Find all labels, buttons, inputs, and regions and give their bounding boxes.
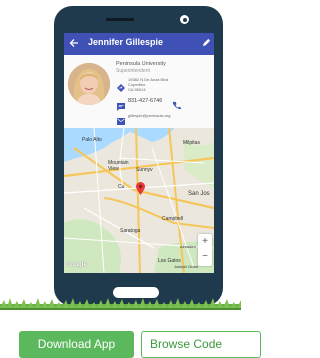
contact-name-title: Jennifer Gillespie (88, 37, 164, 47)
home-button[interactable] (113, 287, 159, 298)
map-label-palo-alto: Palo Alto (82, 137, 102, 143)
map-label-san-jose: San Jos (188, 191, 210, 197)
edit-pencil-icon[interactable] (200, 36, 212, 50)
directions-icon[interactable] (117, 79, 125, 92)
email-icon[interactable] (117, 112, 125, 125)
browse-code-button[interactable]: Browse Code (141, 331, 261, 358)
phone-camera (180, 15, 189, 24)
map-tiles (64, 128, 214, 273)
map-label-joseph-grant: Joseph Grant (174, 264, 199, 269)
message-icon[interactable] (117, 98, 125, 111)
zoom-controls: + − (198, 234, 212, 266)
email-address[interactable]: gillespie@peninsula.org (128, 113, 171, 118)
map-label-saratoga: Saratoga (120, 228, 141, 234)
map-label-sunnyvale: Sunnyv (136, 167, 153, 173)
call-icon[interactable] (172, 97, 181, 110)
address-block: 19382 N De Anza Blvd Cupertino CA 95014 (128, 77, 168, 92)
avatar (68, 63, 110, 105)
phone-screen: Jennifer Gillespie Peninsula University … (64, 33, 214, 273)
download-app-button[interactable]: Download App (19, 331, 134, 358)
zoom-out-button[interactable]: − (198, 250, 212, 266)
organization-text: Peninsula University (116, 61, 166, 67)
phone-speaker (106, 18, 134, 21)
map-label-milpitas: Milpitas (183, 140, 200, 146)
role-text: Superintendent (116, 68, 150, 74)
map-label-almaden: Almaden (180, 244, 196, 249)
map-label-mountain-view: Mountain View (108, 160, 129, 172)
zoom-in-button[interactable]: + (198, 234, 212, 250)
back-arrow-icon[interactable] (68, 36, 80, 50)
map-label-campbell: Campbell (162, 216, 184, 222)
address-line-3: CA 95014 (128, 87, 146, 92)
app-bar: Jennifer Gillespie (64, 33, 214, 55)
map-view[interactable]: Palo Alto Mountain View Milpitas Sunnyv … (64, 128, 214, 273)
contact-card: Peninsula University Superintendent 1938… (64, 55, 214, 128)
google-attribution: Google (66, 262, 87, 268)
phone-number[interactable]: 831-427-6746 (128, 98, 162, 104)
map-label-cupertino: Cu (118, 184, 125, 190)
grass-decoration (0, 298, 241, 310)
